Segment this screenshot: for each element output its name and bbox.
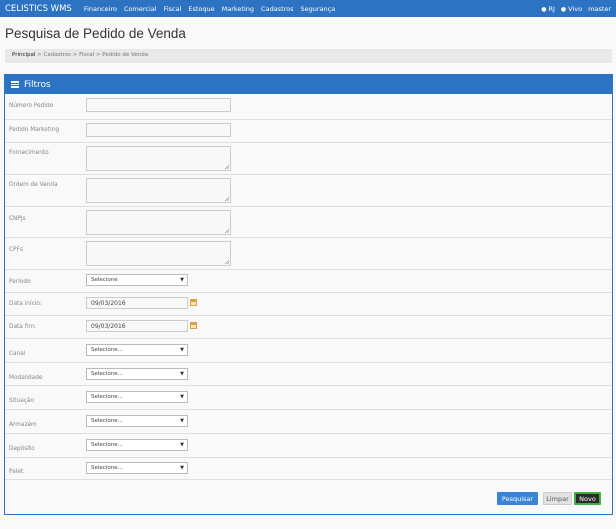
location-selector[interactable]: ● RJ (541, 5, 555, 13)
nav-right: ● RJ ● Vivo master (541, 5, 611, 13)
label-numero-pedido: Número Pedido (9, 103, 54, 109)
cnpjs-textarea[interactable] (86, 210, 231, 235)
label-palet: Palet (9, 469, 24, 475)
top-navbar: CELISTICS WMS Financeiro Comercial Fisca… (0, 0, 616, 17)
row-periodo: Período Selecione ▼ (5, 270, 612, 293)
row-modalidade: Modalidade Selecione... ▼ (5, 363, 612, 386)
menu-fiscal[interactable]: Fiscal (164, 5, 182, 13)
numero-pedido-input[interactable] (86, 98, 231, 112)
menu-marketing[interactable]: Marketing (222, 5, 254, 13)
cpfs-textarea[interactable] (86, 241, 231, 266)
row-palet: Palet Selecione... ▼ (5, 458, 612, 480)
row-numero-pedido: Número Pedido (5, 94, 612, 120)
filters-panel: Filtros Número Pedido Pedido Marketing F… (4, 74, 613, 515)
menu-financeiro[interactable]: Financeiro (84, 5, 117, 13)
row-data-fim: Data fim: 09/03/2016 (5, 316, 612, 339)
chevron-down-icon: ▼ (180, 347, 184, 353)
label-modalidade: Modalidade (9, 375, 43, 381)
label-data-fim: Data fim: (9, 324, 36, 330)
main-menu: Financeiro Comercial Fiscal Estoque Mark… (84, 5, 335, 13)
row-cpfs: CPFs (5, 238, 612, 270)
label-ordem-venda: Ordem de Venda (9, 182, 58, 188)
label-armazem: Armazém (9, 422, 37, 428)
row-data-inicio: Data início: 09/03/2016 (5, 293, 612, 316)
map-marker-icon: ● (541, 5, 547, 13)
menu-comercial[interactable]: Comercial (124, 5, 157, 13)
label-pedido-marketing: Pedido Marketing (9, 127, 60, 133)
periodo-select[interactable]: Selecione ▼ (86, 274, 188, 286)
row-canal: Canal Selecione... ▼ (5, 339, 612, 363)
data-fim-input[interactable]: 09/03/2016 (86, 320, 188, 332)
label-cpfs: CPFs (9, 247, 23, 253)
chevron-down-icon: ▼ (180, 371, 184, 377)
new-button[interactable]: Novo (574, 492, 601, 505)
label-cnpjs: CNPJs (9, 216, 26, 222)
row-ordem-venda: Ordem de Venda (5, 175, 612, 207)
canal-select[interactable]: Selecione... ▼ (86, 344, 188, 356)
label-periodo: Período (9, 279, 31, 285)
chevron-down-icon: ▼ (180, 465, 184, 471)
row-armazem: Armazém Selecione... ▼ (5, 410, 612, 434)
label-data-inicio: Data início: (9, 301, 42, 307)
filters-title: Filtros (24, 79, 51, 90)
row-deposito: Depósito Selecione... ▼ (5, 434, 612, 458)
menu-estoque[interactable]: Estoque (188, 5, 214, 13)
data-inicio-input[interactable]: 09/03/2016 (86, 297, 188, 309)
filters-heading: Filtros (5, 75, 612, 94)
row-pedido-marketing: Pedido Marketing (5, 120, 612, 143)
clear-button[interactable]: Limpar (543, 492, 572, 505)
fornecimento-textarea[interactable] (86, 146, 231, 171)
chevron-down-icon: ▼ (180, 418, 184, 424)
row-fornecimento: Fornecimento (5, 143, 612, 175)
label-situacao: Situação (9, 398, 35, 404)
label-fornecimento: Fornecimento (9, 150, 49, 156)
breadcrumb-path: > Cadastros > Fiscal > Pedido de Venda (35, 52, 149, 58)
list-icon (11, 81, 19, 88)
deposito-select[interactable]: Selecione... ▼ (86, 439, 188, 451)
breadcrumb-home[interactable]: Principal (12, 52, 35, 58)
breadcrumb: Principal > Cadastros > Fiscal > Pedido … (5, 49, 612, 63)
user-icon: ● (560, 5, 567, 13)
label-canal: Canal (9, 351, 26, 357)
row-cnpjs: CNPJs (5, 207, 612, 238)
chevron-down-icon: ▼ (180, 394, 184, 400)
status-indicator[interactable]: ● Vivo (561, 5, 582, 13)
ordem-venda-textarea[interactable] (86, 178, 231, 203)
page-title: Pesquisa de Pedido de Venda (5, 26, 186, 41)
menu-cadastros[interactable]: Cadastros (261, 5, 293, 13)
brand-logo[interactable]: CELISTICS WMS (5, 4, 72, 14)
row-situacao: Situação Selecione... ▼ (5, 386, 612, 410)
calendar-icon[interactable] (190, 299, 197, 306)
modalidade-select[interactable]: Selecione... ▼ (86, 368, 188, 380)
calendar-icon[interactable] (190, 322, 197, 329)
pedido-marketing-input[interactable] (86, 123, 231, 137)
label-deposito: Depósito (9, 446, 35, 452)
search-button[interactable]: Pesquisar (497, 492, 538, 505)
user-menu[interactable]: master (588, 5, 611, 13)
palet-select[interactable]: Selecione... ▼ (86, 462, 188, 474)
menu-seguranca[interactable]: Segurança (301, 5, 336, 13)
armazem-select[interactable]: Selecione... ▼ (86, 415, 188, 427)
chevron-down-icon: ▼ (180, 277, 184, 283)
chevron-down-icon: ▼ (180, 442, 184, 448)
situacao-select[interactable]: Selecione... ▼ (86, 391, 188, 403)
